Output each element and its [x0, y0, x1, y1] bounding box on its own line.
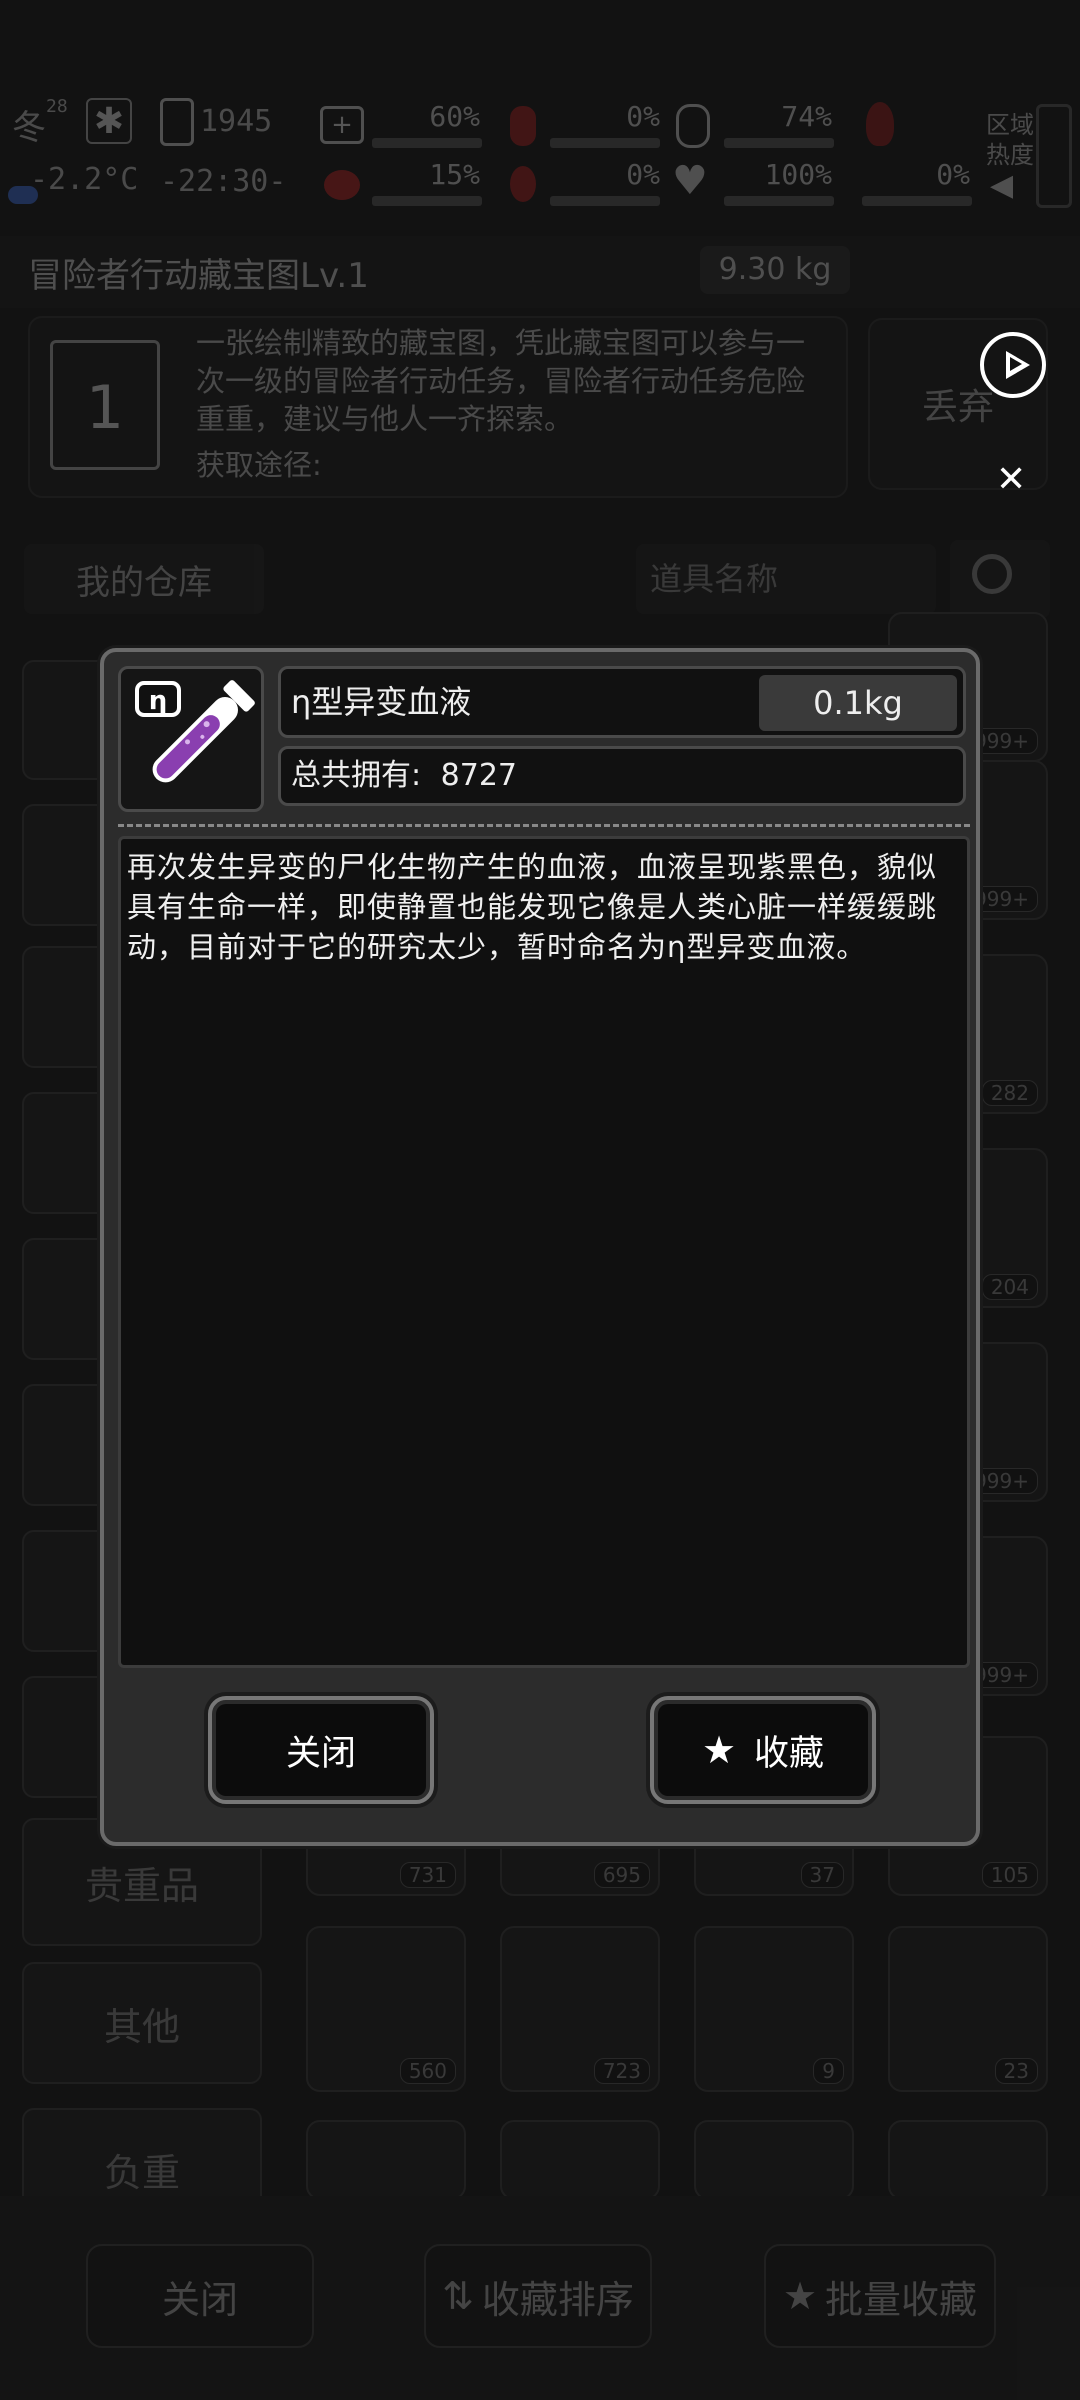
health-bar — [372, 138, 482, 148]
food-icon — [510, 106, 536, 146]
status-bar: 冬 28 ✱ 1945 -2.2°C -22:30- + 60% 15% 0% … — [0, 96, 1080, 216]
blood-percent: 15% — [429, 158, 480, 191]
vial-icon: η — [135, 680, 255, 783]
item-title-bar: 冒险者行动藏宝图Lv.1 9.30 kg — [0, 236, 1080, 308]
item-weight: 9.30 kg — [700, 246, 850, 294]
owned-text: 总共拥有: 8727 — [291, 749, 517, 803]
item-description: 一张绘制精致的藏宝图，凭此藏宝图可以参与一次一级的冒险者行动任务，冒险者行动任务… — [196, 326, 806, 436]
search-input[interactable]: 道具名称 — [636, 544, 936, 614]
water-drop-icon — [510, 166, 536, 202]
grid-cell[interactable] — [888, 2120, 1048, 2200]
blood-drop-icon — [324, 170, 360, 200]
item-icon-frame: η — [118, 666, 264, 812]
temperature: -2.2°C — [30, 162, 139, 197]
grid-cell[interactable]: 723 — [500, 1926, 660, 2092]
grid-cell[interactable]: 9 — [694, 1926, 854, 2092]
side-tab-other[interactable]: 其他 — [22, 1962, 262, 2084]
sort-icon: ⇅ — [442, 2274, 474, 2318]
divider — [118, 824, 970, 827]
season-day: 28 — [46, 96, 68, 117]
region-heat-meter — [1036, 104, 1072, 208]
temperature-gauge — [8, 186, 38, 204]
phone-icon — [160, 98, 194, 146]
drop-button-label: 丢弃 — [921, 387, 994, 428]
grid-cell[interactable] — [306, 2120, 466, 2200]
item-weight-badge: 0.1kg — [759, 675, 957, 731]
search-placeholder: 道具名称 — [650, 560, 779, 598]
medkit-icon: + — [320, 106, 364, 144]
star-icon: ★ — [782, 2274, 818, 2318]
item-detail-dialog: η η型异变血液 0.1kg 总共拥有: 8727 再次发生异变的尸化生物产生的… — [100, 648, 980, 1846]
armor-percent: 74% — [781, 100, 832, 133]
star-icon: ★ — [701, 1728, 737, 1772]
close-button[interactable]: 关闭 — [208, 1696, 434, 1804]
heart-bar — [724, 196, 834, 206]
warehouse-tab[interactable]: 我的仓库 — [24, 544, 264, 614]
season-label: 冬 — [12, 108, 46, 148]
heart-percent: 100% — [764, 158, 832, 191]
favorite-button-label: 收藏 — [754, 1733, 825, 1774]
play-icon[interactable] — [980, 332, 1046, 398]
snowflake-icon: ✱ — [86, 98, 132, 144]
search-icon[interactable] — [950, 540, 1050, 618]
item-name: η型异变血液 — [291, 683, 472, 721]
item-description-text: 再次发生异变的尸化生物产生的血液，血液呈现紫黑色，貌似具有生命一样，即使静置也能… — [127, 850, 938, 964]
sort-favorites-button[interactable]: ⇅ 收藏排序 — [424, 2244, 652, 2348]
owned-row: 总共拥有: 8727 — [278, 746, 966, 806]
bottom-close-button[interactable]: 关闭 — [86, 2244, 314, 2348]
close-button-label: 关闭 — [285, 1733, 356, 1774]
item-source-label: 获取途径: — [196, 448, 322, 482]
icon-label: η — [149, 686, 168, 716]
grid-cell[interactable] — [500, 2120, 660, 2200]
favorite-button[interactable]: ★ 收藏 — [650, 1696, 876, 1804]
other-bar — [862, 196, 972, 206]
speaker-icon[interactable]: ◀ — [990, 168, 1013, 203]
warehouse-tab-label: 我的仓库 — [76, 562, 212, 603]
grid-cell[interactable]: 560 — [306, 1926, 466, 2092]
armor-bar — [724, 138, 834, 148]
item-title: 冒险者行动藏宝图Lv.1 — [28, 256, 369, 296]
item-name-row: η型异变血液 0.1kg — [278, 666, 966, 738]
blood-bar — [372, 196, 482, 206]
close-icon[interactable]: ✕ — [996, 460, 1026, 500]
other-percent: 0% — [936, 158, 970, 191]
owned-count: 8727 — [440, 758, 518, 793]
grid-cell[interactable] — [694, 2120, 854, 2200]
clock: -22:30- — [160, 164, 287, 199]
mood-icon — [866, 102, 894, 146]
treasure-map-icon: 1 — [50, 340, 160, 470]
description-panel: 再次发生异变的尸化生物产生的血液，血液呈现紫黑色，貌似具有生命一样，即使静置也能… — [118, 836, 970, 1668]
owned-label: 总共拥有: — [291, 758, 422, 793]
batch-favorite-button[interactable]: ★ 批量收藏 — [764, 2244, 996, 2348]
item-detail-panel: 1 一张绘制精致的藏宝图，凭此藏宝图可以参与一次一级的冒险者行动任务，冒险者行动… — [28, 316, 848, 498]
food-bar — [550, 138, 660, 148]
health-percent: 60% — [429, 100, 480, 133]
day-count: 1945 — [200, 104, 273, 139]
grid-cell[interactable]: 23 — [888, 1926, 1048, 2092]
food-percent: 0% — [626, 100, 660, 133]
heart-icon: ♥ — [672, 158, 708, 204]
water-percent: 0% — [626, 158, 660, 191]
armor-icon — [676, 104, 710, 148]
water-bar — [550, 196, 660, 206]
